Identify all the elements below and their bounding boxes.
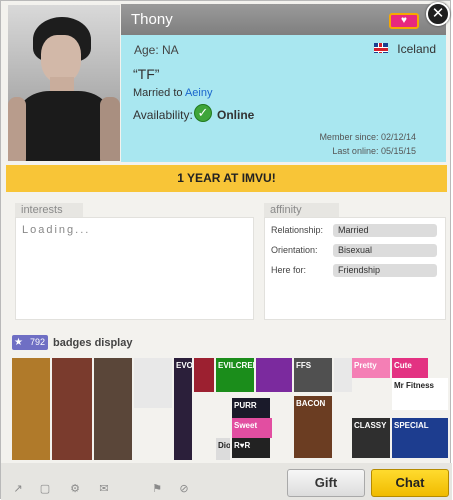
badge-item[interactable]: Pretty (352, 358, 390, 378)
online-check-icon: ✓ (194, 104, 212, 122)
badge-item[interactable]: Cute (392, 358, 428, 378)
badge-item[interactable]: SPECIAL (392, 418, 448, 458)
married-prefix: Married to (133, 87, 185, 99)
avatar-face (41, 35, 81, 83)
message-icon[interactable]: ✉ (98, 483, 110, 495)
badge-item[interactable]: Mr Fitness (392, 378, 448, 410)
badges-title: badges display (53, 337, 133, 349)
badge-item[interactable] (334, 358, 352, 392)
interests-label: interests (15, 203, 83, 217)
badge-label: EVILCREDITS (218, 361, 254, 370)
profile-header: Thony ♥ (121, 4, 446, 35)
badge-item[interactable] (134, 358, 172, 408)
vip-heart-icon: ♥ (389, 13, 419, 29)
gift-button[interactable]: Gift (287, 469, 365, 497)
profile-age: Age: NA (134, 43, 179, 57)
married-status: Married to Aeiny (133, 87, 213, 99)
report-flag-icon[interactable]: ⚑ (151, 483, 163, 495)
copy-icon[interactable]: ▢ (39, 483, 51, 495)
chat-button[interactable]: Chat (371, 469, 449, 497)
profile-name: Thony (131, 11, 173, 28)
badge-label: CLASSY (354, 421, 387, 430)
availability-label: Availability: (133, 108, 193, 122)
badge-item[interactable]: Sweet (232, 418, 272, 438)
affinity-label: affinity (264, 203, 339, 217)
badge-label: Mr Fitness (394, 381, 435, 390)
share-icon[interactable]: ↗ (12, 483, 24, 495)
badge-item[interactable] (52, 358, 92, 460)
badge-grid: EVOLUTION EVILCREDITS FFS Pretty Cute Mr Fitn… (12, 358, 451, 460)
block-icon[interactable]: ⊘ (178, 483, 190, 495)
badge-label: Pretty (354, 361, 377, 370)
badge-label: SPECIAL (394, 421, 429, 430)
profile-country: Iceland (397, 42, 436, 56)
badge-item[interactable]: Dior (216, 438, 230, 460)
badge-label: Dior (218, 441, 230, 450)
badge-item[interactable]: PURR (232, 398, 270, 418)
badge-item[interactable]: R♥R (232, 438, 270, 458)
relationship-value: Married (333, 224, 437, 237)
profile-card: Thony ♥ ✕ Age: NA Iceland “TF” Married t… (0, 0, 452, 500)
here-for-label: Here for: (271, 265, 307, 275)
badge-label: EVOLUTION (176, 361, 192, 370)
settings-icon[interactable]: ⚙ (69, 483, 81, 495)
online-status: Online (217, 108, 255, 122)
avatar-right-arm (100, 97, 120, 161)
orientation-value: Bisexual (333, 244, 437, 257)
member-since: Member since: 02/12/14 (319, 132, 416, 142)
badge-label: PURR (234, 401, 257, 410)
profile-info-panel: Age: NA Iceland “TF” Married to Aeiny Av… (121, 35, 446, 162)
anniversary-banner: 1 YEAR AT IMVU! (6, 165, 447, 192)
avatar-torso (16, 91, 112, 161)
badge-item[interactable]: EVILCREDITS (216, 358, 254, 392)
married-partner-link[interactable]: Aeiny (185, 87, 213, 99)
badge-item[interactable] (94, 358, 132, 460)
badge-item[interactable]: BACON (294, 396, 332, 458)
badge-item[interactable] (12, 358, 50, 460)
badge-item[interactable] (194, 358, 214, 392)
badge-label: Cute (394, 361, 412, 370)
last-online: Last online: 05/15/15 (332, 146, 416, 156)
badge-item[interactable]: CLASSY (352, 418, 390, 458)
interests-box: Loading... (15, 217, 254, 320)
affinity-box: Relationship: Married Orientation: Bisex… (264, 217, 446, 320)
badge-label: BACON (296, 399, 326, 408)
relationship-label: Relationship: (271, 225, 324, 235)
profile-tagline: “TF” (133, 66, 160, 82)
profile-avatar[interactable] (8, 5, 120, 161)
orientation-label: Orientation: (271, 245, 318, 255)
avatar-left-arm (8, 97, 26, 161)
star-icon: ★ (14, 337, 23, 348)
interests-loading-text: Loading... (22, 224, 91, 236)
badge-count-value: 792 (29, 337, 45, 347)
here-for-value: Friendship (333, 264, 437, 277)
badge-item[interactable]: FFS (294, 358, 332, 392)
badge-count: ★ 792 (12, 335, 48, 350)
badge-label: FFS (296, 361, 312, 370)
badge-label: Sweet (234, 421, 258, 430)
badge-label: R♥R (234, 441, 251, 450)
iceland-flag-icon (374, 43, 388, 53)
badge-item[interactable]: EVOLUTION (174, 358, 192, 460)
close-button[interactable]: ✕ (426, 2, 450, 26)
badge-item[interactable] (256, 358, 292, 392)
